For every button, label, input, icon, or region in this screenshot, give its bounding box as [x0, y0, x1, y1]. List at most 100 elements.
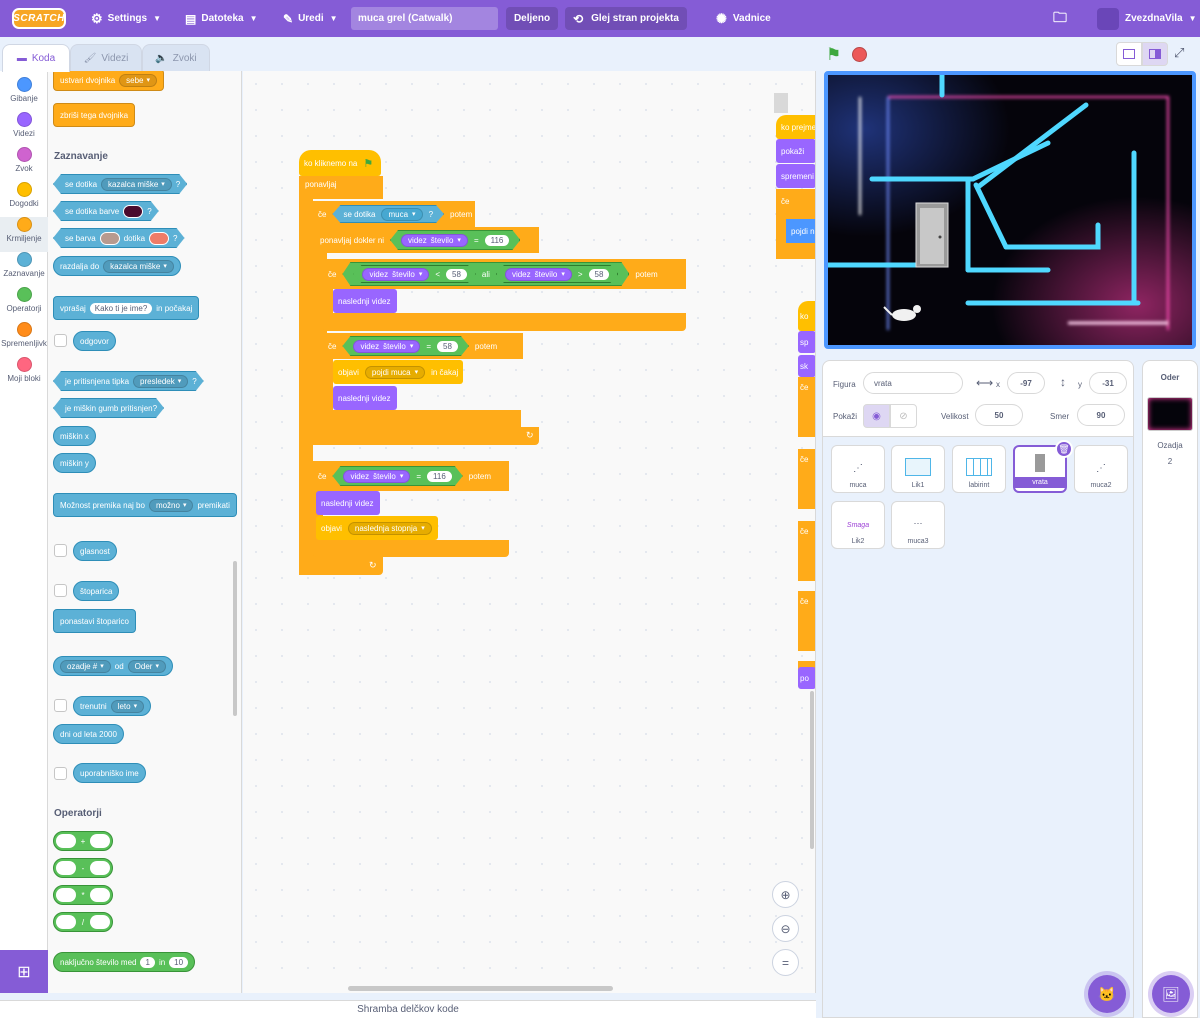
choose-backdrop-button[interactable]: 🖼 — [1152, 975, 1190, 1013]
equals-condition[interactable]: videzštevilo = 116 — [332, 466, 462, 486]
multiply-operator-block[interactable]: * — [53, 885, 113, 905]
distance-dropdown[interactable]: kazalca miške — [103, 259, 174, 273]
category-my-blocks[interactable]: Moji bloki — [0, 357, 48, 392]
color-swatch[interactable] — [149, 232, 169, 245]
partial-if-block[interactable]: če — [798, 377, 815, 437]
broadcast-and-wait-block[interactable]: objavi pojdi muca in čakaj — [333, 360, 463, 384]
repeat-until-block[interactable]: ponavljaj dokler ni videzštevilo = 116 — [313, 227, 539, 253]
divide-operator-block[interactable]: / — [53, 912, 113, 932]
color-touching-color-block[interactable]: se barva dotika? — [53, 228, 185, 248]
operand-input[interactable] — [89, 861, 110, 875]
clone-target-dropdown[interactable]: sebe — [119, 73, 158, 87]
partial-if-block[interactable]: če — [798, 521, 815, 581]
current-year-reporter[interactable]: trenutni leto — [73, 696, 152, 716]
number-input[interactable]: 116 — [485, 235, 510, 246]
drag-mode-dropdown[interactable]: možno — [148, 498, 194, 512]
color-swatch[interactable] — [123, 205, 143, 218]
operand-input[interactable] — [56, 888, 76, 902]
my-stuff-folder-icon[interactable]: 🗀 — [1053, 0, 1067, 37]
category-sound[interactable]: Zvok — [0, 147, 48, 182]
sprite-tile[interactable]: Smaga Lik2 — [831, 501, 885, 549]
sprite-tile[interactable]: Lik1 — [891, 445, 945, 493]
when-flag-clicked-block[interactable]: ko kliknemo na ⚑ — [299, 150, 381, 176]
operand-input[interactable] — [90, 888, 110, 902]
choose-sprite-button[interactable]: 🐱 — [1088, 975, 1126, 1013]
reset-timer-block[interactable]: ponastavi štoparico — [53, 609, 136, 633]
add-extension-button[interactable]: ⊞ — [0, 950, 48, 993]
delete-clone-block[interactable]: zbriši tega dvojnika — [53, 103, 136, 127]
when-receive-block[interactable]: ko prejme — [776, 115, 815, 139]
if-or-block[interactable]: če videzštevilo<58 ali videzštevilo>58 p… — [323, 259, 686, 289]
less-than-condition[interactable]: videzštevilo <58 — [353, 265, 475, 283]
small-stage-button[interactable] — [1116, 42, 1142, 66]
go-to-block[interactable]: pojdi na — [786, 219, 815, 243]
category-operators[interactable]: Operatorji — [0, 287, 48, 322]
partial-look-block[interactable]: sk — [798, 355, 815, 377]
loudness-reporter[interactable]: glasnost — [73, 541, 117, 561]
backdrop-of-reporter[interactable]: ozadje # od Oder — [53, 656, 173, 676]
zoom-out-button[interactable]: ⊖ — [772, 915, 799, 942]
number-input[interactable]: 116 — [427, 471, 452, 482]
distance-to-block[interactable]: razdalja do kazalca miške — [53, 256, 181, 276]
touching-dropdown[interactable]: muca — [381, 208, 422, 221]
category-variables[interactable]: Spremenljivk — [0, 322, 48, 357]
backpack-header[interactable]: Shramba delčkov kode — [0, 1000, 816, 1018]
costume-reporter[interactable]: videz število — [505, 268, 572, 281]
category-motion[interactable]: Gibanje — [0, 77, 48, 112]
vertical-scrollbar[interactable] — [810, 691, 814, 849]
ask-and-wait-block[interactable]: vprašaj Kako ti je ime? in počakaj — [53, 296, 200, 320]
tab-code[interactable]: ▬ Koda — [2, 44, 70, 72]
subtract-operator-block[interactable]: - — [53, 858, 113, 878]
number-input[interactable]: 58 — [446, 269, 467, 280]
username-reporter[interactable]: uporabniško ime — [73, 763, 146, 783]
sprite-tile[interactable]: ⋰ muca — [831, 445, 885, 493]
add-operator-block[interactable]: + — [53, 831, 113, 851]
costume-reporter[interactable]: videz število — [353, 340, 420, 353]
number-input[interactable]: 58 — [589, 269, 610, 280]
mouse-x-reporter[interactable]: miškin x — [53, 426, 96, 446]
if-block[interactable]: če se dotika muca? potem — [313, 201, 475, 227]
green-flag-button[interactable]: ⚑ — [826, 45, 841, 65]
edit-menu[interactable]: ✎ Uredi ▼ — [283, 0, 338, 37]
partial-if-block[interactable]: če — [798, 449, 815, 509]
y-input[interactable]: -31 — [1089, 372, 1127, 394]
change-effect-block[interactable]: spremeni — [776, 164, 815, 188]
next-costume-block[interactable]: naslednji videz — [316, 491, 380, 515]
sprite-tile[interactable]: ⋰ muca2 — [1074, 445, 1128, 493]
operand-input[interactable] — [56, 915, 76, 929]
file-menu[interactable]: ▤ Datoteka ▼ — [185, 0, 258, 37]
mouse-y-reporter[interactable]: miškin y — [53, 453, 96, 473]
category-control[interactable]: Krmiljenje — [0, 217, 48, 252]
zoom-reset-button[interactable]: = — [772, 949, 799, 976]
timer-reporter[interactable]: štoparica — [73, 581, 120, 601]
message-dropdown[interactable]: pojdi muca — [364, 365, 426, 379]
scratch-logo[interactable]: SCRATCH — [12, 8, 66, 29]
delete-sprite-button[interactable]: 🗑 — [1055, 440, 1073, 458]
show-block[interactable]: pokaži — [776, 139, 815, 163]
costume-reporter[interactable]: videz število — [343, 470, 410, 483]
category-events[interactable]: Dogodki — [0, 182, 48, 217]
ask-input[interactable]: Kako ti je ime? — [89, 302, 153, 314]
direction-input[interactable]: 90 — [1077, 404, 1125, 426]
fullscreen-button[interactable]: ⤢ — [1174, 45, 1184, 61]
tab-costumes[interactable]: 🖌 Videzi — [70, 44, 142, 72]
equals-condition[interactable]: videzštevilo = 116 — [390, 230, 520, 250]
sprite-tile[interactable]: labirint — [952, 445, 1006, 493]
number-input[interactable]: 58 — [437, 341, 458, 352]
account-menu[interactable]: ZvezdnaVila ▼ — [1097, 0, 1197, 37]
touching-color-block[interactable]: se dotika barve? — [53, 201, 159, 221]
object-dropdown[interactable]: Oder — [127, 659, 166, 673]
zoom-in-button[interactable]: ⊕ — [772, 881, 799, 908]
sprite-tile[interactable]: ⋯ muca3 — [891, 501, 945, 549]
size-input[interactable]: 50 — [975, 404, 1023, 426]
touching-condition[interactable]: se dotika muca? — [332, 205, 444, 223]
answer-checkbox[interactable] — [54, 334, 67, 347]
normal-stage-button[interactable] — [1142, 42, 1168, 66]
partial-if-block[interactable]: če — [798, 591, 815, 651]
next-costume-block[interactable]: naslednji videz — [333, 386, 397, 410]
touching-dropdown[interactable]: kazalca miške — [101, 178, 172, 191]
category-looks[interactable]: Videzi — [0, 112, 48, 147]
greater-than-condition[interactable]: videzštevilo >58 — [496, 265, 618, 283]
mouse-down-block[interactable]: je miškin gumb pritisnjen? — [53, 398, 164, 418]
palette-scrollbar[interactable] — [233, 561, 237, 716]
